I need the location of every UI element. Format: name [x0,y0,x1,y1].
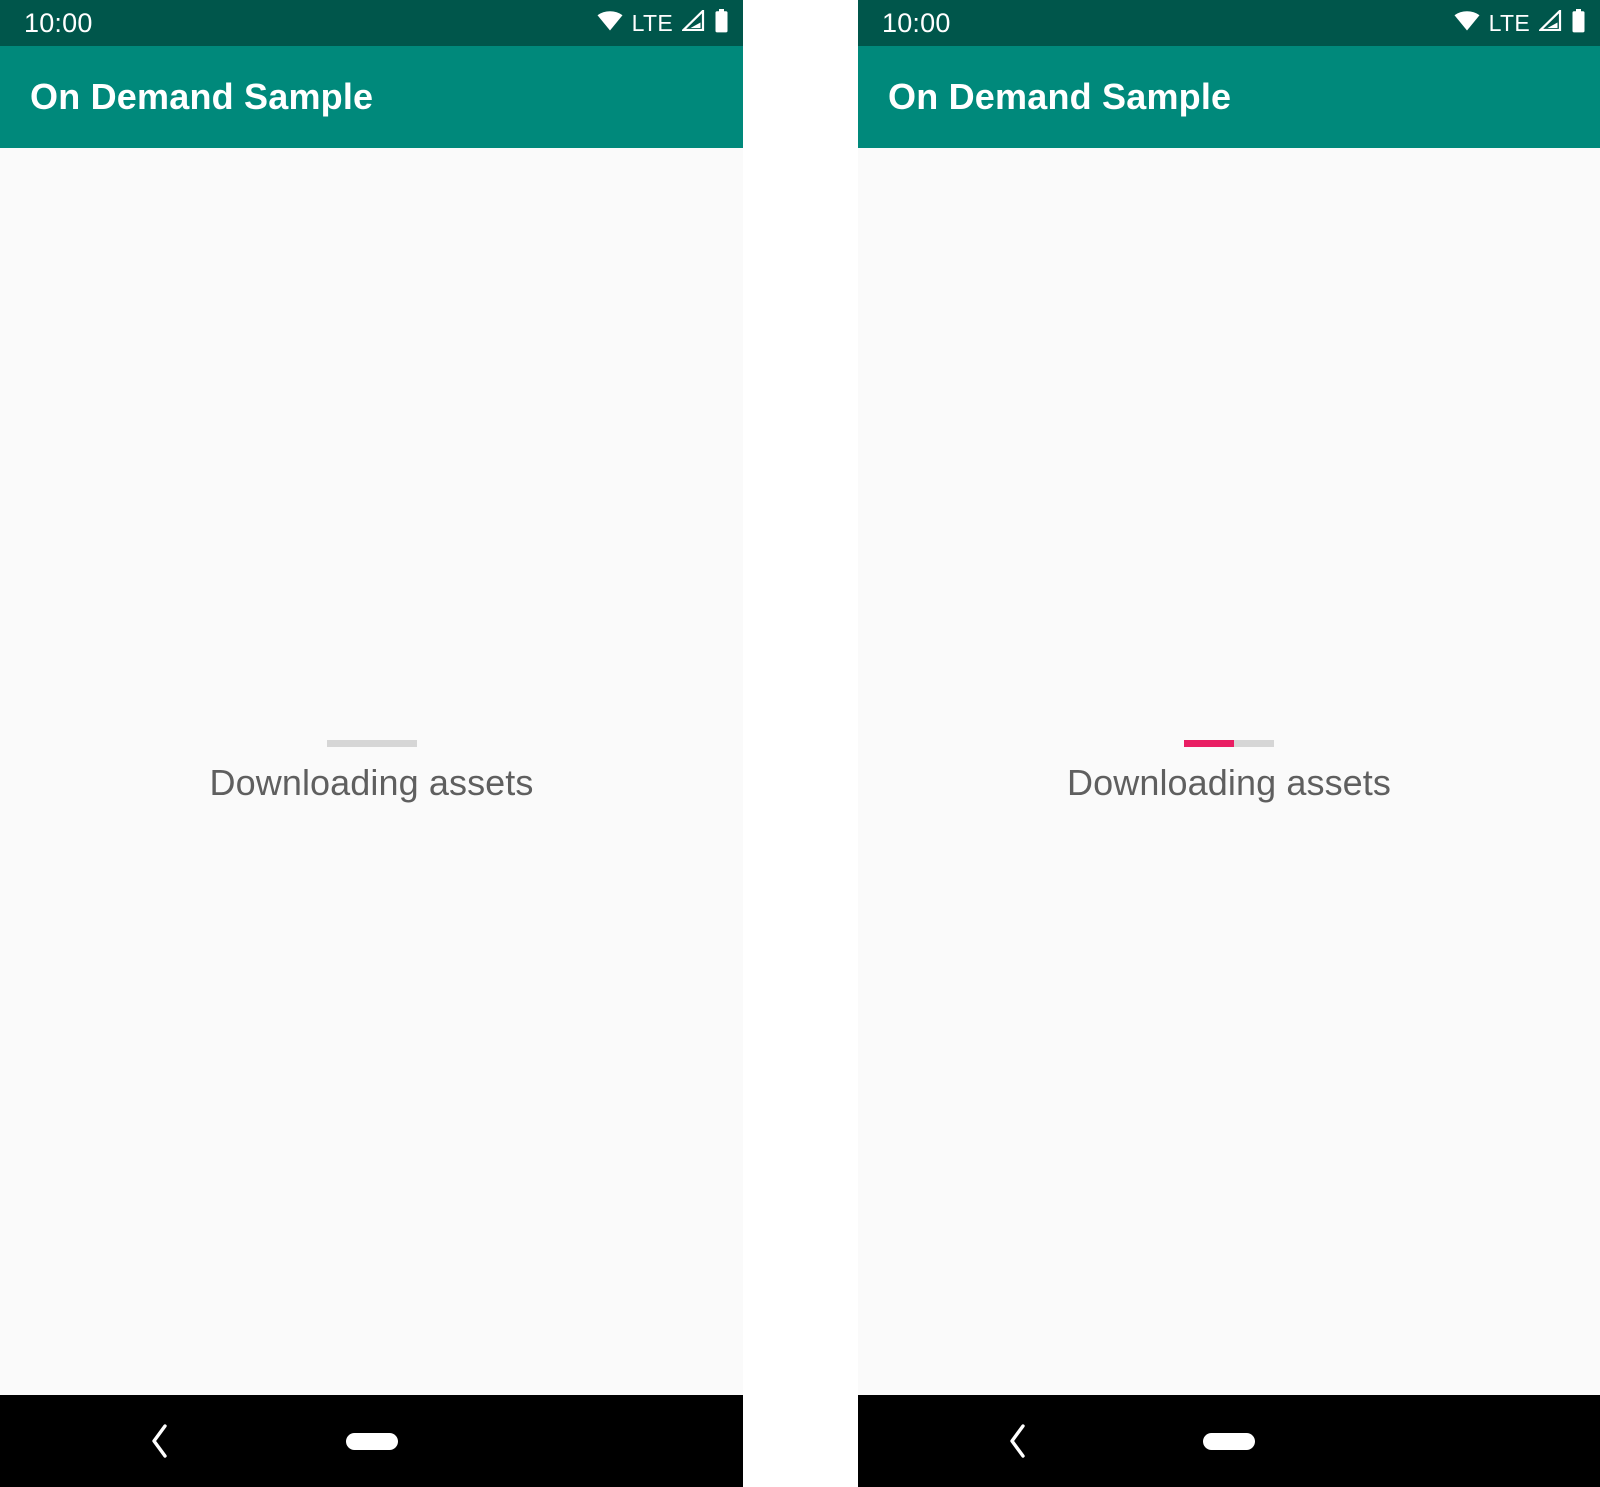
system-navigation-bar [0,1395,743,1487]
app-title: On Demand Sample [30,76,374,117]
app-title: On Demand Sample [888,76,1232,117]
download-status-block: Downloading assets [858,739,1600,804]
wifi-icon [1454,10,1480,36]
status-bar: 10:00 LTE [0,0,743,46]
phone-screen-left: 10:00 LTE On Demand Sample Downloading a… [0,0,743,1487]
status-icon-group: LTE [1454,8,1586,38]
cellular-signal-icon [1537,8,1562,36]
status-icon-group: LTE [597,8,729,38]
system-navigation-bar [858,1395,1600,1487]
lte-label: LTE [1488,9,1530,36]
home-pill-button[interactable] [1203,1432,1255,1450]
status-clock: 10:00 [882,8,951,38]
status-clock: 10:00 [24,8,93,38]
app-bar: On Demand Sample [0,46,743,148]
content-area: Downloading assets [858,148,1600,1395]
back-button[interactable] [998,1421,1038,1461]
download-progress-fill [1184,739,1234,747]
download-progress-bar [326,739,417,747]
screenshot-stage: 10:00 LTE On Demand Sample Downloading a… [0,0,1600,1487]
download-status-label: Downloading assets [209,761,534,803]
content-area: Downloading assets [0,148,743,1395]
status-bar: 10:00 LTE [858,0,1600,46]
battery-icon [1571,8,1586,38]
battery-icon [714,8,729,38]
wifi-icon [597,10,623,36]
phone-screen-right: 10:00 LTE On Demand Sample Downloading a… [858,0,1600,1487]
app-bar: On Demand Sample [858,46,1600,148]
download-status-block: Downloading assets [0,739,743,804]
cellular-signal-icon [680,8,705,36]
download-progress-bar [1184,739,1274,747]
home-pill-button[interactable] [345,1432,398,1450]
back-button[interactable] [140,1421,180,1461]
download-status-label: Downloading assets [1067,761,1391,803]
lte-label: LTE [631,9,673,36]
